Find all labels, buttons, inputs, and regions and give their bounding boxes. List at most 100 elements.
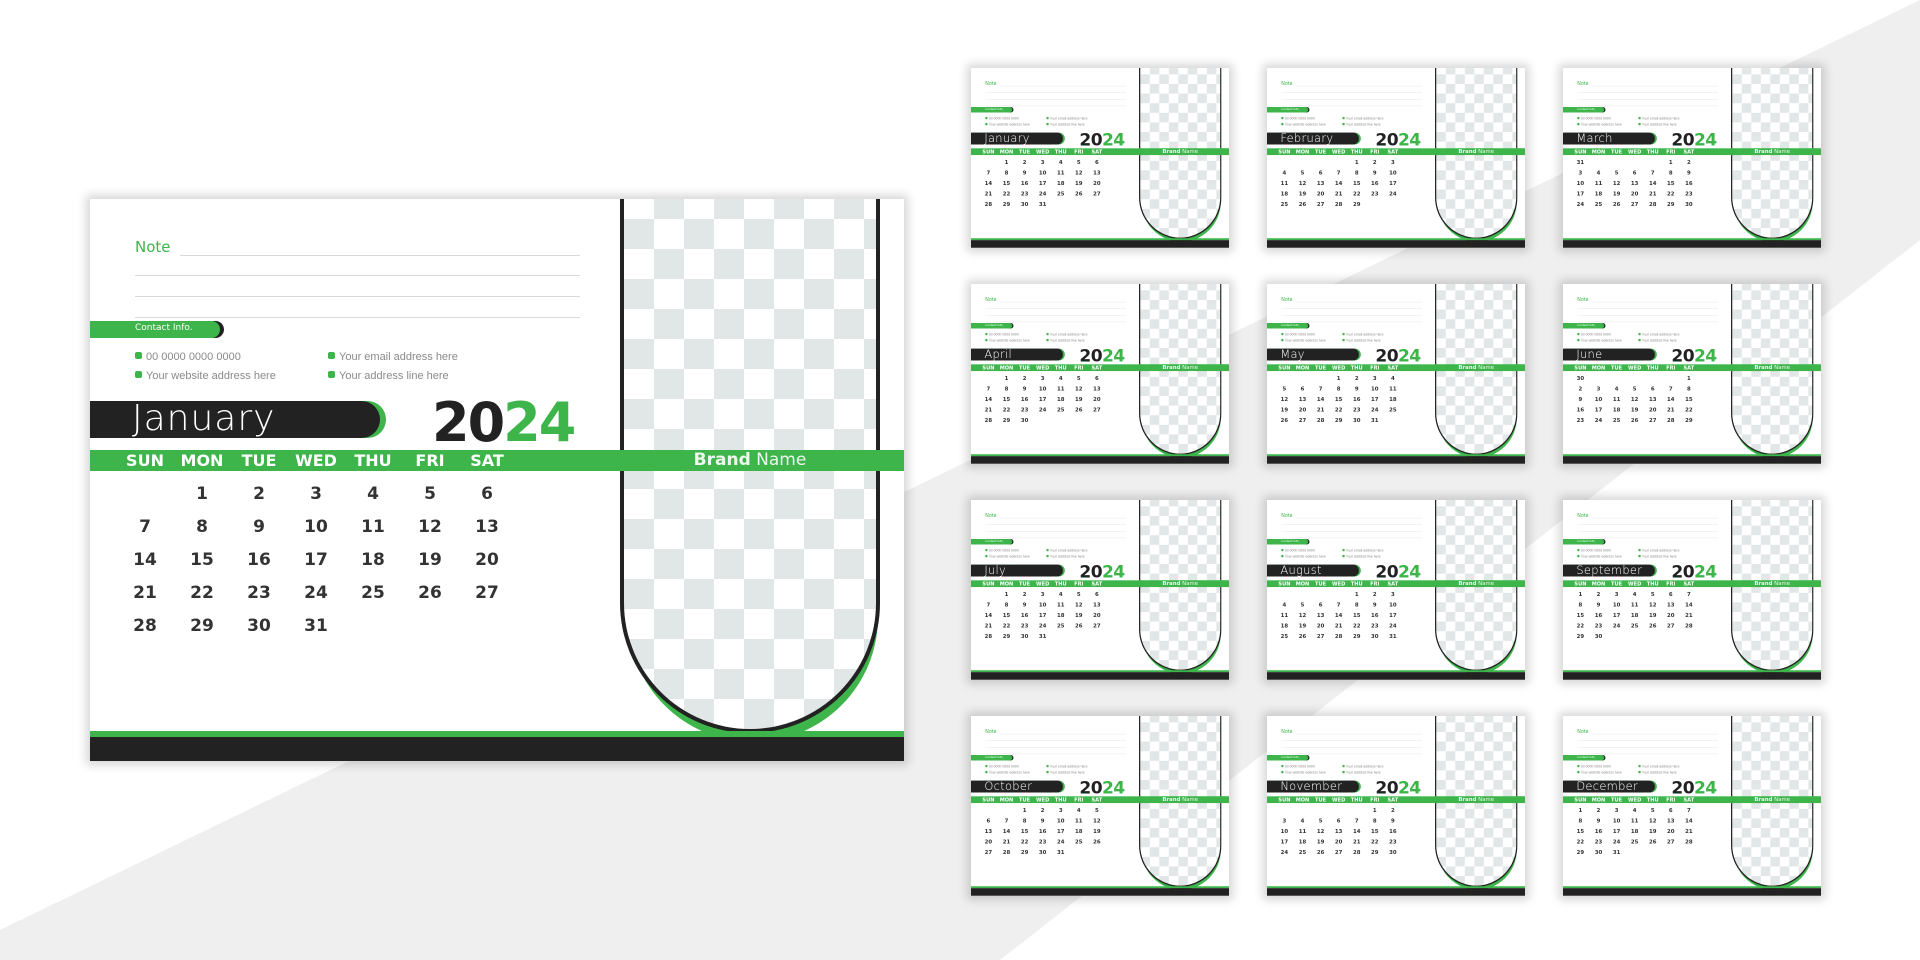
day-cell[interactable]: 1	[1679, 375, 1698, 381]
day-cell[interactable]: 8	[1365, 818, 1384, 824]
day-cell[interactable]: 27	[1625, 201, 1644, 207]
day-cell[interactable]: 13	[1311, 612, 1330, 618]
day-cell[interactable]: 4	[1275, 170, 1294, 176]
day-cell[interactable]: 7	[1347, 818, 1366, 824]
day-cell[interactable]: 1	[997, 591, 1016, 597]
day-cell[interactable]: 17	[1033, 180, 1052, 186]
day-cell[interactable]: 22	[1347, 191, 1366, 197]
day-cell[interactable]: 26	[1643, 839, 1662, 845]
day-cell[interactable]: 21	[979, 407, 998, 413]
day-cell[interactable]: 26	[1643, 623, 1662, 629]
day-cell[interactable]: 21	[1329, 623, 1348, 629]
day-cell[interactable]: 30	[1589, 633, 1608, 639]
day-cell[interactable]: 18	[1051, 396, 1070, 402]
day-cell[interactable]: 6	[1643, 386, 1662, 392]
day-cell[interactable]: 6	[1329, 818, 1348, 824]
day-cell[interactable]: 4	[1051, 375, 1070, 381]
day-cell[interactable]: 24	[1033, 191, 1052, 197]
day-cell[interactable]: 5	[1275, 386, 1294, 392]
day-cell[interactable]: 16	[1679, 180, 1698, 186]
day-cell[interactable]: 25	[1051, 191, 1070, 197]
day-cell[interactable]: 30	[1589, 849, 1608, 855]
day-cell[interactable]: 13	[1311, 180, 1330, 186]
day-cell[interactable]: 1	[997, 159, 1016, 165]
day-cell[interactable]: 4	[1625, 591, 1644, 597]
day-cell[interactable]: 18	[1293, 839, 1312, 845]
day-cell[interactable]: 15	[1571, 612, 1590, 618]
day-cell[interactable]: 30	[1571, 375, 1590, 381]
day-cell[interactable]: 13	[1625, 180, 1644, 186]
day-cell[interactable]: 30	[229, 616, 289, 636]
day-cell[interactable]: 24	[1571, 201, 1590, 207]
day-cell[interactable]: 24	[1607, 623, 1626, 629]
day-cell[interactable]: 13	[1087, 386, 1106, 392]
day-cell[interactable]: 9	[1365, 602, 1384, 608]
day-cell[interactable]: 9	[1015, 170, 1034, 176]
day-cell[interactable]: 11	[1625, 818, 1644, 824]
day-cell[interactable]: 3	[1589, 386, 1608, 392]
day-cell[interactable]: 15	[1329, 396, 1348, 402]
day-cell[interactable]: 17	[1607, 612, 1626, 618]
day-cell[interactable]: 17	[1365, 396, 1384, 402]
day-cell[interactable]: 10	[1275, 828, 1294, 834]
day-cell[interactable]: 23	[1383, 839, 1402, 845]
day-cell[interactable]: 14	[997, 828, 1016, 834]
day-cell[interactable]: 24	[1033, 623, 1052, 629]
day-cell[interactable]: 16	[1015, 612, 1034, 618]
day-cell[interactable]: 20	[1087, 180, 1106, 186]
day-cell[interactable]: 14	[1679, 602, 1698, 608]
day-cell[interactable]: 8	[1571, 818, 1590, 824]
day-cell[interactable]: 16	[1571, 407, 1590, 413]
day-cell[interactable]: 22	[172, 583, 232, 603]
day-cell[interactable]: 26	[1069, 623, 1088, 629]
day-cell[interactable]: 13	[979, 828, 998, 834]
day-cell[interactable]: 3	[1383, 159, 1402, 165]
day-cell[interactable]: 24	[1589, 417, 1608, 423]
day-cell[interactable]: 29	[997, 201, 1016, 207]
day-cell[interactable]: 5	[1069, 159, 1088, 165]
day-cell[interactable]: 7	[997, 818, 1016, 824]
day-cell[interactable]: 25	[1275, 201, 1294, 207]
day-cell[interactable]: 3	[1033, 159, 1052, 165]
day-cell[interactable]: 22	[1329, 407, 1348, 413]
day-cell[interactable]: 28	[1347, 849, 1366, 855]
day-cell[interactable]: 24	[1051, 839, 1070, 845]
day-cell[interactable]: 19	[1069, 180, 1088, 186]
day-cell[interactable]: 22	[997, 623, 1016, 629]
day-cell[interactable]: 2	[1015, 159, 1034, 165]
day-cell[interactable]: 4	[343, 484, 403, 504]
day-cell[interactable]: 16	[1033, 828, 1052, 834]
day-cell[interactable]: 13	[1329, 828, 1348, 834]
day-cell[interactable]: 18	[1275, 623, 1294, 629]
day-cell[interactable]: 28	[979, 633, 998, 639]
day-cell[interactable]: 27	[1087, 407, 1106, 413]
thumbnail-december[interactable]: Note Contact Info. 00 0000 0000 0000 You…	[1563, 716, 1821, 896]
day-cell[interactable]: 25	[1051, 623, 1070, 629]
day-cell[interactable]: 7	[1679, 591, 1698, 597]
day-cell[interactable]: 15	[1347, 180, 1366, 186]
day-cell[interactable]: 9	[1015, 602, 1034, 608]
thumbnail-april[interactable]: Note Contact Info. 00 0000 0000 0000 You…	[971, 284, 1229, 464]
day-cell[interactable]: 1	[1571, 807, 1590, 813]
day-cell[interactable]: 1	[1571, 591, 1590, 597]
day-cell[interactable]: 11	[1589, 180, 1608, 186]
day-cell[interactable]: 21	[979, 191, 998, 197]
day-cell[interactable]: 4	[1293, 818, 1312, 824]
day-cell[interactable]: 18	[1607, 407, 1626, 413]
day-cell[interactable]: 5	[1643, 591, 1662, 597]
day-cell[interactable]: 4	[1275, 602, 1294, 608]
day-cell[interactable]: 14	[979, 180, 998, 186]
day-cell[interactable]: 21	[1679, 828, 1698, 834]
day-cell[interactable]: 26	[1625, 417, 1644, 423]
day-cell[interactable]: 22	[997, 191, 1016, 197]
day-cell[interactable]: 16	[229, 550, 289, 570]
day-cell[interactable]: 25	[1383, 407, 1402, 413]
day-cell[interactable]: 9	[1015, 386, 1034, 392]
day-cell[interactable]: 4	[1589, 170, 1608, 176]
day-cell[interactable]: 30	[1383, 849, 1402, 855]
day-cell[interactable]: 23	[1589, 839, 1608, 845]
day-cell[interactable]: 17	[1275, 839, 1294, 845]
day-cell[interactable]: 22	[997, 407, 1016, 413]
day-cell[interactable]: 7	[1679, 807, 1698, 813]
day-cell[interactable]: 29	[1661, 201, 1680, 207]
